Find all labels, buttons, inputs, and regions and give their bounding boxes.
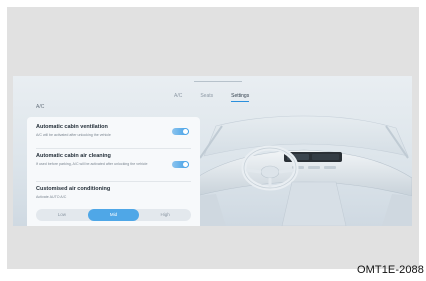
tab-settings-label: Settings [231,92,250,99]
tab-seats-label: Seats [200,92,214,99]
ventilation-toggle[interactable] [172,128,189,135]
tab-ac[interactable]: A/C [174,93,182,100]
setting-row-custom: Customised air conditioning Activate AUT… [36,186,191,200]
settings-panel: Automatic cabin ventilation A/C will be … [27,117,200,226]
screen-handle-line [194,81,242,82]
tab-bar: A/C Seats Settings [174,90,250,102]
tab-seats[interactable]: Seats [200,93,213,100]
intensity-option-high[interactable]: High [139,209,191,221]
intensity-selector: Low Mid High [36,209,191,221]
custom-title: Customised air conditioning [36,186,111,192]
row-divider [36,181,191,182]
setting-row-ventilation: Automatic cabin ventilation A/C will be … [36,124,191,138]
tab-settings[interactable]: Settings [231,92,250,102]
cleaning-toggle[interactable] [172,161,189,168]
figure-code: OMT1E-2088 [356,264,424,276]
toggle-knob [183,129,188,134]
row-divider [36,148,191,149]
toggle-knob [183,162,188,167]
tab-ac-label: A/C [174,92,183,99]
car-interior-illustration [196,115,412,226]
ventilation-description: A/C will be activated after unlocking th… [36,133,111,137]
ventilation-title: Automatic cabin ventilation [36,124,108,130]
custom-description: Activate AUTO A/C [36,195,67,199]
cleaning-description: If used before parking, A/C will be acti… [36,162,148,166]
active-tab-indicator [231,100,250,102]
intensity-option-mid[interactable]: Mid [87,209,140,221]
setting-row-cleaning: Automatic cabin air cleaning If used bef… [36,153,191,167]
intensity-option-low[interactable]: Low [36,209,88,221]
cleaning-title: Automatic cabin air cleaning [36,153,111,159]
section-title: A/C [36,104,45,110]
